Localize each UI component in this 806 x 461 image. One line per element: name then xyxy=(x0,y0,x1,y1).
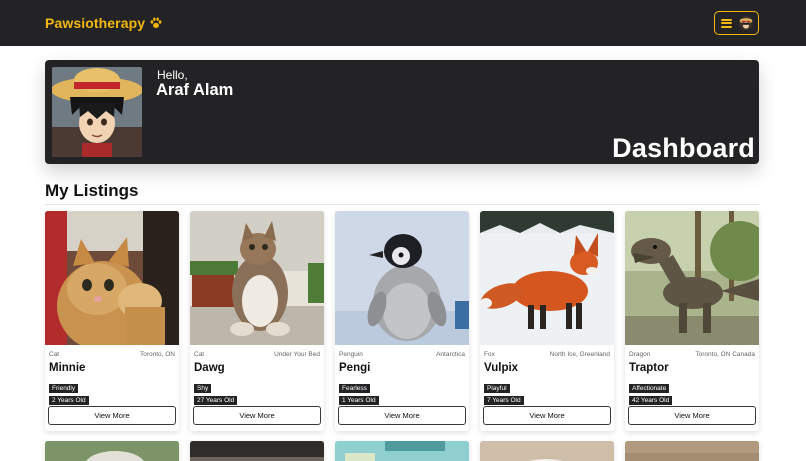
listing-photo xyxy=(335,441,469,461)
view-more-button[interactable]: View More xyxy=(628,406,756,425)
listing-photo xyxy=(625,211,759,345)
listing-card: Cat Under Your Bed Dawg Shy 27 Years Old… xyxy=(190,211,324,431)
menu-button[interactable] xyxy=(714,11,759,35)
profile-banner: Hello, Araf Alam Dashboard xyxy=(45,60,759,164)
listing-meta: Dragon Toronto, ON Canada xyxy=(625,351,759,358)
view-more-button[interactable]: View More xyxy=(193,406,321,425)
listing-species: Cat xyxy=(49,351,60,358)
listing-card: Fox North Ice, Greenland Vulpix Playful … xyxy=(480,211,614,431)
listing-photo xyxy=(190,441,324,461)
listing-meta: Cat Toronto, ON xyxy=(45,351,179,358)
listing-name: Traptor xyxy=(629,362,669,374)
listing-card: Cat Toronto, ON Minnie Friendly 2 Years … xyxy=(45,211,179,431)
user-name: Araf Alam xyxy=(156,81,234,99)
listing-card: Dragon Toronto, ON Canada Traptor Affect… xyxy=(625,211,759,431)
age-badge: 2 Years Old xyxy=(49,396,89,405)
listing-photo xyxy=(480,441,614,461)
listing-species: Fox xyxy=(484,351,495,358)
listing-photo xyxy=(45,441,179,461)
page-title: Dashboard xyxy=(612,133,755,163)
view-more-button[interactable]: View More xyxy=(338,406,466,425)
age-badge: 1 Years Old xyxy=(339,396,379,405)
listing-meta: Fox North Ice, Greenland xyxy=(480,351,614,358)
listings-title: My Listings xyxy=(45,181,139,200)
listing-name: Vulpix xyxy=(484,362,519,374)
listing-meta: Penguin Antarctica xyxy=(335,351,469,358)
listing-species: Dragon xyxy=(629,351,651,358)
view-more-button[interactable]: View More xyxy=(48,406,176,425)
paw-icon xyxy=(150,17,162,28)
listing-card: Penguin Antarctica Pengi Fearless 1 Year… xyxy=(335,211,469,431)
navbar: Pawsiotherapy xyxy=(0,0,806,46)
listing-photo xyxy=(190,211,324,345)
greeting-text: Hello, xyxy=(157,68,188,82)
user-avatar-icon xyxy=(738,16,753,30)
listing-location: Under Your Bed xyxy=(274,351,320,358)
listing-location: Toronto, ON Canada xyxy=(695,351,755,358)
brand-name: Pawsiotherapy xyxy=(45,15,146,31)
profile-avatar xyxy=(52,67,142,157)
listing-photo xyxy=(335,211,469,345)
listing-card-partial xyxy=(625,441,759,461)
listing-location: Toronto, ON xyxy=(139,351,175,358)
listing-photo xyxy=(45,211,179,345)
listing-name: Pengi xyxy=(339,362,371,374)
listing-photo xyxy=(625,441,759,461)
section-divider xyxy=(45,204,759,205)
listing-card-partial xyxy=(335,441,469,461)
age-badge: 27 Years Old xyxy=(194,396,238,405)
listing-photo xyxy=(480,211,614,345)
listing-location: Antarctica xyxy=(436,351,465,358)
listing-card-partial xyxy=(190,441,324,461)
listing-card-partial xyxy=(480,441,614,461)
hamburger-icon xyxy=(720,18,732,28)
listing-species: Penguin xyxy=(339,351,363,358)
view-more-button[interactable]: View More xyxy=(483,406,611,425)
listing-name: Minnie xyxy=(49,362,86,374)
age-badge: 7 Years Old xyxy=(484,396,524,405)
listing-meta: Cat Under Your Bed xyxy=(190,351,324,358)
listing-card-partial xyxy=(45,441,179,461)
age-badge: 42 Years Old xyxy=(629,396,673,405)
listing-species: Cat xyxy=(194,351,205,358)
listing-name: Dawg xyxy=(194,362,225,374)
listing-location: North Ice, Greenland xyxy=(549,351,610,358)
brand-logo[interactable]: Pawsiotherapy xyxy=(45,15,163,31)
